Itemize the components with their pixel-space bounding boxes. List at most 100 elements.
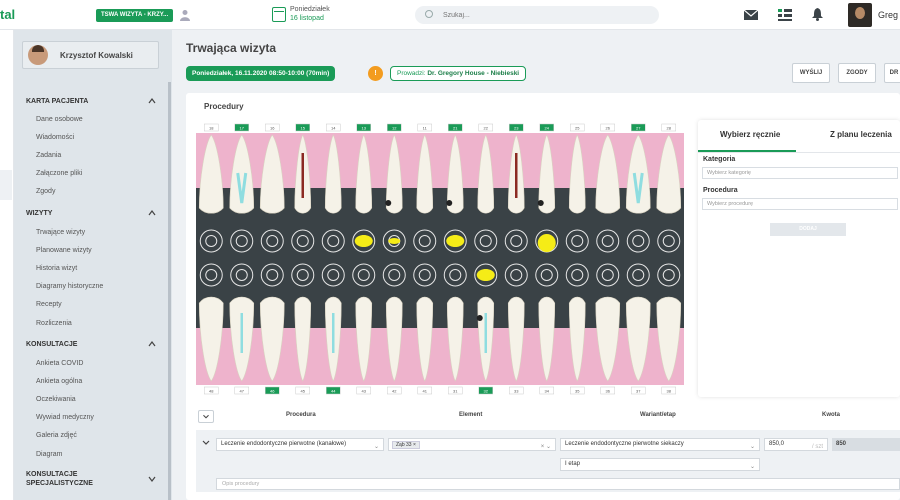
chevron-down-icon[interactable] [202, 440, 210, 446]
marked-surface [354, 235, 373, 247]
doctor-prefix: Prowadzi: [397, 70, 426, 77]
sidebar-item-trwajace-wizyty[interactable]: Trwające wizyty [36, 229, 85, 236]
tooth-surface-outer [230, 229, 254, 253]
top-bar: tal TSWA WIZYTA - KRZY... Poniedziałek 1… [0, 0, 900, 30]
section-konsultacje-specjalistyczne[interactable]: KONSULTACJE SPECJALISTYCZNE [26, 470, 136, 488]
section-karta-pacjenta[interactable]: KARTA PACJENTA [26, 97, 88, 106]
tooth-surface-outer [596, 263, 620, 287]
clear-icon[interactable]: × ⌄ [541, 442, 551, 453]
calendar-icon[interactable] [272, 7, 286, 22]
element-select[interactable]: Ząb 33 × × ⌄ [388, 438, 556, 451]
header-wariant: Wariant/etap [640, 412, 676, 418]
sidebar-item-oczekiwania[interactable]: Oczekiwania [36, 396, 76, 403]
sidebar-item-galeria-zdjec[interactable]: Galeria zdjęć [36, 432, 77, 439]
tooth-number: 43 [362, 389, 367, 394]
sidebar-item-recepty[interactable]: Recepty [36, 301, 62, 308]
user-avatar[interactable] [848, 3, 872, 27]
tab-wybierz-recznie[interactable]: Wybierz ręcznie [720, 130, 780, 139]
sidebar-item-ankieta-covid[interactable]: Ankieta COVID [36, 360, 83, 367]
patient-avatar [28, 45, 48, 65]
tooth-number: 32 [484, 389, 489, 394]
more-button[interactable]: DR [884, 63, 900, 83]
info-badge[interactable]: ! [368, 66, 383, 81]
section-wizyty[interactable]: WIZYTY [26, 209, 52, 218]
send-button[interactable]: WYŚLIJ [792, 63, 830, 83]
chevron-up-icon[interactable] [148, 340, 156, 348]
chevron-down-icon: ⌄ [749, 464, 755, 470]
tooth-surface-outer [504, 229, 528, 253]
date-weekday: Poniedziałek [290, 6, 330, 13]
amount-value: 850,0 [769, 441, 785, 447]
tooth-surface-outer [535, 263, 559, 287]
chevron-up-icon[interactable] [148, 97, 156, 105]
header-kwota: Kwota [822, 412, 840, 418]
sidebar-item-dane-osobowe[interactable]: Dane osobowe [36, 116, 83, 123]
sidebar-item-ankieta-ogolna[interactable]: Ankieta ogólna [36, 378, 82, 385]
rail-active-item[interactable] [0, 170, 12, 200]
add-button[interactable]: DODAJ [770, 223, 846, 236]
variant-dropdown[interactable]: Leczenie endodontyczne pierwotne siekacz… [560, 438, 760, 451]
stage-dropdown[interactable]: I etap ⌄ [560, 458, 760, 471]
tooth-surface-outer [260, 263, 284, 287]
category-label: Kategoria [703, 156, 736, 163]
procedure-select[interactable]: Wybierz procedurę [702, 198, 898, 210]
tooth-number: 37 [636, 389, 641, 394]
tooth-surface-outer [596, 229, 620, 253]
description-input[interactable]: Opis procedury [216, 478, 900, 490]
sidebar-item-historia-wizyt[interactable]: Historia wizyt [36, 265, 77, 272]
tooth-number: 17 [240, 126, 245, 131]
search-icon [425, 10, 433, 18]
tooth-number: 41 [423, 389, 428, 394]
consents-button[interactable]: ZGODY [838, 63, 876, 83]
procedure-dropdown[interactable]: Leczenie endodontyczne pierwotne (kanało… [216, 438, 384, 451]
list-icon[interactable] [778, 9, 792, 21]
tooth-number: 42 [392, 389, 397, 394]
tooth-number: 23 [514, 126, 519, 131]
sidebar-item-zgody[interactable]: Zgody [36, 188, 55, 195]
marked-surface [537, 234, 556, 252]
sidebar-item-planowane-wizyty[interactable]: Planowane wizyty [36, 247, 92, 254]
doctor-badge[interactable]: Prowadzi: Dr. Gregory House - Niebieski [390, 66, 527, 81]
bell-icon[interactable] [812, 8, 823, 21]
sidebar-item-zadania[interactable]: Zadania [36, 152, 61, 159]
user-name[interactable]: Greg [878, 10, 898, 20]
sidebar-item-zalaczone-pliki[interactable]: Załączone pliki [36, 170, 82, 177]
collapse-button[interactable] [198, 410, 214, 423]
header-procedura: Procedura [286, 412, 316, 418]
patient-card[interactable]: Krzysztof Kowalski [22, 41, 159, 69]
sidebar-item-diagramy-historyczne[interactable]: Diagramy historyczne [36, 283, 103, 290]
amount-input[interactable]: 850,0 / szt [764, 438, 828, 451]
tooth-number: 35 [575, 389, 580, 394]
sidebar-item-wiadomosci[interactable]: Wiadomości [36, 134, 74, 141]
chevron-down-icon: ⌄ [749, 444, 755, 450]
sidebar-item-rozliczenia[interactable]: Rozliczenia [36, 320, 72, 327]
procedure-panel: Wybierz ręcznie Z planu leczenia Kategor… [698, 120, 900, 397]
dental-chart[interactable]: 18 48 17 47 16 46 15 45 14 44 13 43 12 42 11 41 21 31 22 32… [196, 123, 684, 395]
section-konsultacje[interactable]: KONSULTACJE [26, 340, 77, 349]
category-select[interactable]: Wybierz kategorię [702, 167, 898, 179]
app-logo[interactable]: tal [0, 7, 15, 22]
element-tag[interactable]: Ząb 33 × [392, 441, 420, 449]
procedure-label: Procedura [703, 187, 738, 194]
clinic-badge[interactable]: TSWA WIZYTA - KRZY... [96, 9, 174, 22]
mail-icon[interactable] [744, 10, 758, 20]
sidebar-item-diagram[interactable]: Diagram [36, 451, 62, 458]
user-icon[interactable] [180, 9, 190, 21]
chevron-up-icon[interactable] [148, 209, 156, 217]
decay-mark [446, 200, 453, 206]
amount-unit: / szt [811, 444, 823, 450]
sidebar-scrollbar[interactable] [168, 82, 171, 500]
tooth-number: 33 [514, 389, 519, 394]
tab-z-planu-leczenia[interactable]: Z planu leczenia [830, 130, 892, 139]
left-rail [0, 30, 14, 500]
dental-chart-svg[interactable]: 1848174716461545144413431242114121312232… [196, 123, 684, 395]
tooth-number: 38 [667, 389, 672, 394]
sidebar-item-wywiad-medyczny[interactable]: Wywiad medyczny [36, 414, 94, 421]
tooth-surface-outer [291, 229, 315, 253]
chevron-down-icon[interactable] [148, 475, 156, 483]
tab-divider [698, 152, 900, 153]
page-title: Trwająca wizyta [186, 41, 277, 55]
search-box[interactable] [415, 6, 659, 24]
search-input[interactable] [443, 9, 643, 21]
tooth-surface-outer [413, 263, 437, 287]
